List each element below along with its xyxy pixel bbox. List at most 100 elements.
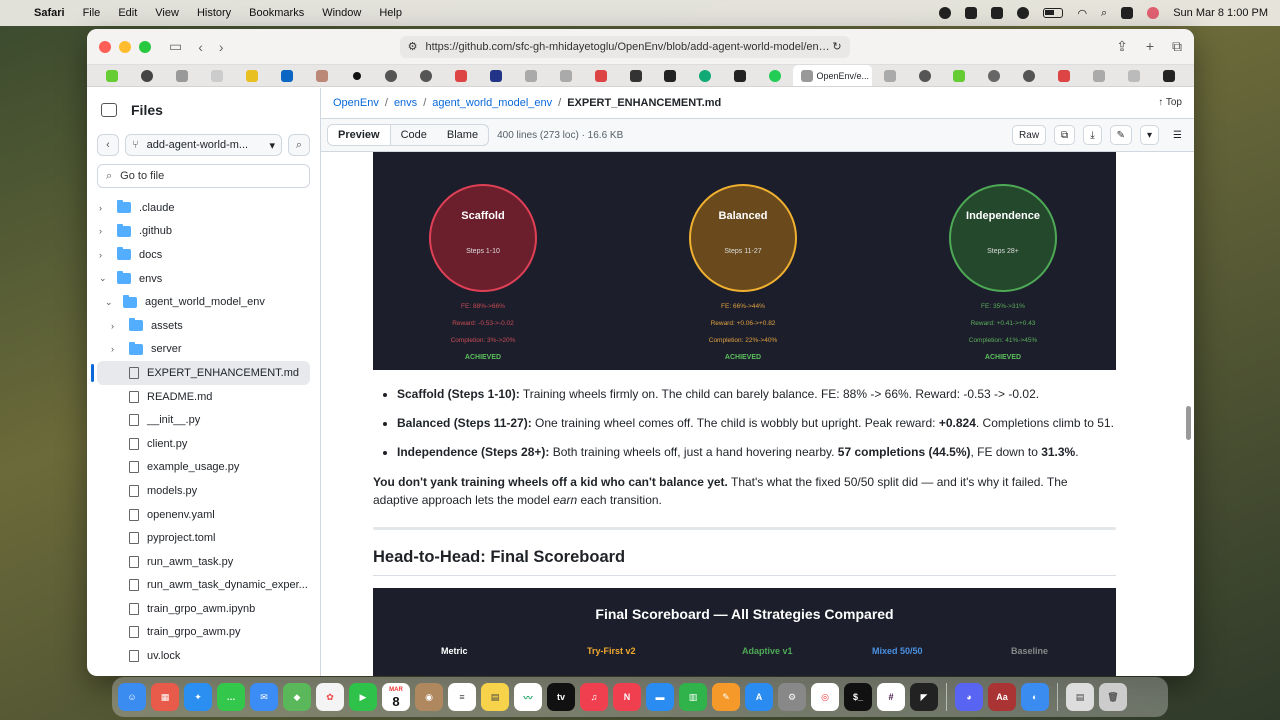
breadcrumb-agent-world-model-env[interactable]: agent_world_model_env (432, 97, 552, 109)
tab[interactable] (339, 65, 374, 86)
music-icon[interactable]: ♫ (580, 683, 608, 711)
freeform-icon[interactable]: 〰 (514, 683, 542, 711)
tab[interactable] (444, 65, 479, 86)
battery-icon[interactable] (1043, 8, 1064, 18)
tab[interactable] (269, 65, 304, 86)
new-tab-icon[interactable]: + (1146, 38, 1154, 55)
chrome-icon[interactable]: ◎ (811, 683, 839, 711)
download-icon[interactable]: ⤓ (1083, 125, 1102, 145)
top-button[interactable]: ↑ Top (1158, 97, 1182, 108)
launchpad-icon[interactable]: ▦ (151, 683, 179, 711)
tree-item-claude[interactable]: › .claude (97, 196, 310, 220)
search-button[interactable]: ⌕ (288, 134, 310, 156)
share-icon[interactable]: ⇪ (1116, 38, 1128, 55)
tree-item-envs[interactable]: ⌄ envs (97, 267, 310, 291)
scrollbar-thumb[interactable] (1186, 406, 1191, 440)
vectorworks-icon[interactable] (965, 7, 978, 19)
tree-item-assets[interactable]: › assets (97, 314, 310, 338)
calendar-icon[interactable]: MAR 8 (382, 683, 410, 711)
tab[interactable] (514, 65, 549, 86)
downloads-icon[interactable]: ▤ (1066, 683, 1094, 711)
tree-item-expert-enhancement[interactable]: EXPERT_ENHANCEMENT.md (91, 361, 310, 385)
menu-window[interactable]: Window (322, 7, 361, 19)
breadcrumb-openenv[interactable]: OpenEnv (333, 97, 379, 109)
mail-icon[interactable]: ✉ (250, 683, 278, 711)
tab[interactable] (907, 65, 942, 86)
wifi-icon[interactable]: ◠ (1077, 7, 1087, 20)
edit-pencil-icon[interactable]: ✎ (1109, 125, 1132, 145)
branch-selector[interactable]: ⑂ add-agent-world-m... ▾ (125, 134, 282, 156)
safari-icon[interactable]: ✦ (184, 683, 212, 711)
tab-active[interactable]: OpenEnv/e... (792, 65, 873, 86)
tab[interactable] (1081, 65, 1116, 86)
collapse-panel-icon[interactable] (101, 103, 117, 117)
menu-bookmarks[interactable]: Bookmarks (249, 7, 304, 19)
finder-icon[interactable]: ☺ (118, 683, 146, 711)
tab[interactable] (165, 65, 200, 86)
tab[interactable] (872, 65, 907, 86)
tab[interactable] (1012, 65, 1047, 86)
tab[interactable] (618, 65, 653, 86)
tab-preview[interactable]: Preview (328, 125, 391, 145)
minimize-window-button[interactable] (119, 40, 131, 53)
siri-icon[interactable] (1147, 7, 1160, 19)
keynote-icon[interactable]: ▬ (646, 683, 674, 711)
breadcrumb-envs[interactable]: envs (394, 97, 417, 109)
tree-item-example-usage[interactable]: example_usage.py (97, 456, 310, 480)
tab[interactable] (1116, 65, 1151, 86)
tab[interactable] (304, 65, 339, 86)
cursor-icon[interactable]: ◤ (910, 683, 938, 711)
tree-item-readme[interactable]: README.md (97, 385, 310, 409)
copy-icon[interactable]: ⧉ (1054, 125, 1076, 145)
menu-history[interactable]: History (197, 7, 231, 19)
tab[interactable] (942, 65, 977, 86)
url-text[interactable]: https://github.com/sfc-gh-mhidayetoglu/O… (425, 41, 832, 53)
play-icon[interactable] (1017, 7, 1030, 19)
facetime-icon[interactable]: ▶ (349, 683, 377, 711)
contacts-icon[interactable]: ◉ (415, 683, 443, 711)
menu-app-name[interactable]: Safari (34, 7, 65, 19)
record-icon[interactable] (939, 7, 952, 19)
tab[interactable] (479, 65, 514, 86)
tree-item-client[interactable]: client.py (97, 432, 310, 456)
app-store-icon[interactable]: A (745, 683, 773, 711)
pages-icon[interactable]: ✎ (712, 683, 740, 711)
tab[interactable] (200, 65, 235, 86)
tab-code[interactable]: Code (391, 125, 437, 145)
tree-item-github[interactable]: › .github (97, 220, 310, 244)
news-icon[interactable]: N (613, 683, 641, 711)
control-center-icon[interactable] (1121, 7, 1134, 19)
menu-view[interactable]: View (155, 7, 179, 19)
tab[interactable] (653, 65, 688, 86)
tree-item-docs[interactable]: › docs (97, 243, 310, 267)
tab[interactable] (130, 65, 165, 86)
tree-item-train-grpo-py[interactable]: train_grpo_awm.py (97, 621, 310, 645)
notes-icon[interactable]: ▤ (481, 683, 509, 711)
maps-icon[interactable]: ◆ (283, 683, 311, 711)
tree-item-run-awm-task-dynamic[interactable]: run_awm_task_dynamic_exper... (97, 574, 310, 598)
tree-item-models[interactable]: models.py (97, 479, 310, 503)
trash-icon[interactable]: 🗑 (1099, 683, 1127, 711)
tab-blame[interactable]: Blame (437, 125, 488, 145)
dictionary-icon[interactable]: Aa (988, 683, 1016, 711)
close-window-button[interactable] (99, 40, 111, 53)
reminders-icon[interactable]: ≡ (448, 683, 476, 711)
tab[interactable] (1151, 65, 1186, 86)
cube-icon[interactable] (991, 7, 1004, 19)
terminal-icon[interactable]: $_ (844, 683, 872, 711)
tree-item-run-awm-task[interactable]: run_awm_task.py (97, 550, 310, 574)
tab[interactable] (977, 65, 1012, 86)
tab[interactable] (95, 65, 130, 86)
messages-icon[interactable]: … (217, 683, 245, 711)
search-icon[interactable]: ⌕ (1101, 7, 1107, 20)
tab[interactable] (548, 65, 583, 86)
numbers-icon[interactable]: ▥ (679, 683, 707, 711)
sidebar-toggle-icon[interactable]: ▭ (169, 38, 182, 55)
tab[interactable] (723, 65, 758, 86)
tree-item-train-grpo-ipynb[interactable]: train_grpo_awm.ipynb (97, 597, 310, 621)
menu-file[interactable]: File (83, 7, 101, 19)
tab[interactable] (758, 65, 793, 86)
photos-icon[interactable]: ✿ (316, 683, 344, 711)
zoom-window-button[interactable] (139, 40, 151, 53)
tree-item-pyproject[interactable]: pyproject.toml (97, 526, 310, 550)
